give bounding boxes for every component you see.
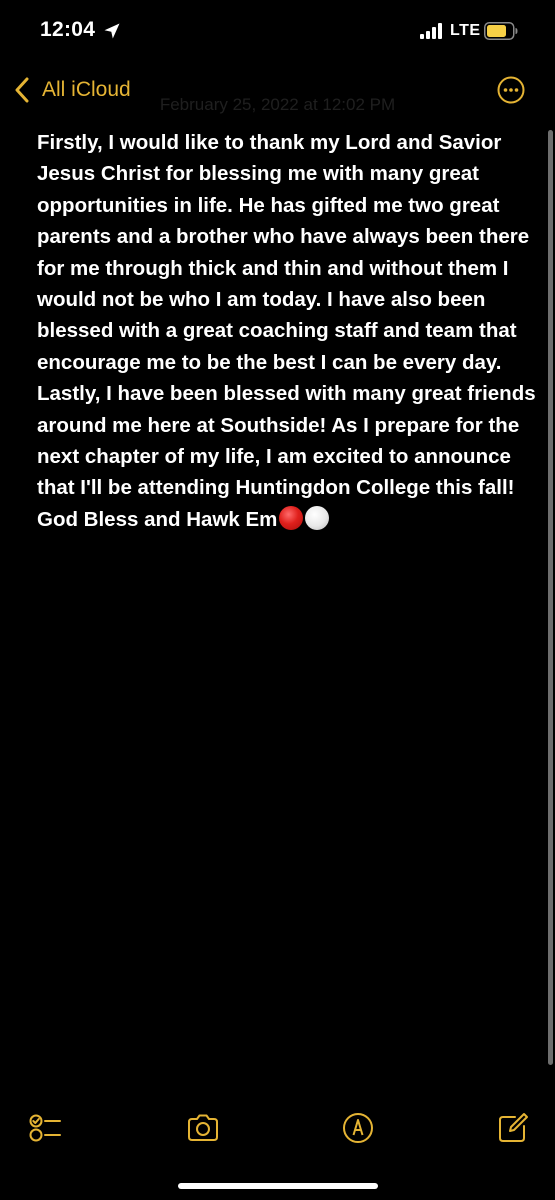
status-bar: 12:04 LTE	[0, 0, 555, 62]
location-arrow-icon	[104, 23, 120, 39]
bottom-toolbar	[0, 1100, 555, 1160]
markup-pen-icon[interactable]	[338, 1108, 378, 1148]
ellipsis-circle-icon[interactable]	[497, 76, 525, 104]
white-circle-emoji	[305, 505, 330, 530]
note-body[interactable]: Firstly, I would like to thank my Lord a…	[37, 127, 537, 535]
scroll-indicator[interactable]	[548, 130, 553, 1065]
network-label: LTE	[450, 22, 481, 39]
home-indicator[interactable]	[178, 1183, 378, 1189]
status-time: 12:04	[40, 18, 96, 41]
camera-icon[interactable]	[183, 1108, 223, 1148]
signal-bars-icon	[420, 23, 442, 39]
note-date: February 25, 2022 at 12:02 PM	[159, 95, 396, 114]
checklist-icon[interactable]	[26, 1108, 66, 1148]
red-circle-emoji	[279, 505, 304, 530]
battery-icon	[484, 22, 518, 40]
note-text: Firstly, I would like to thank my Lord a…	[37, 131, 542, 531]
compose-icon[interactable]	[493, 1108, 533, 1148]
